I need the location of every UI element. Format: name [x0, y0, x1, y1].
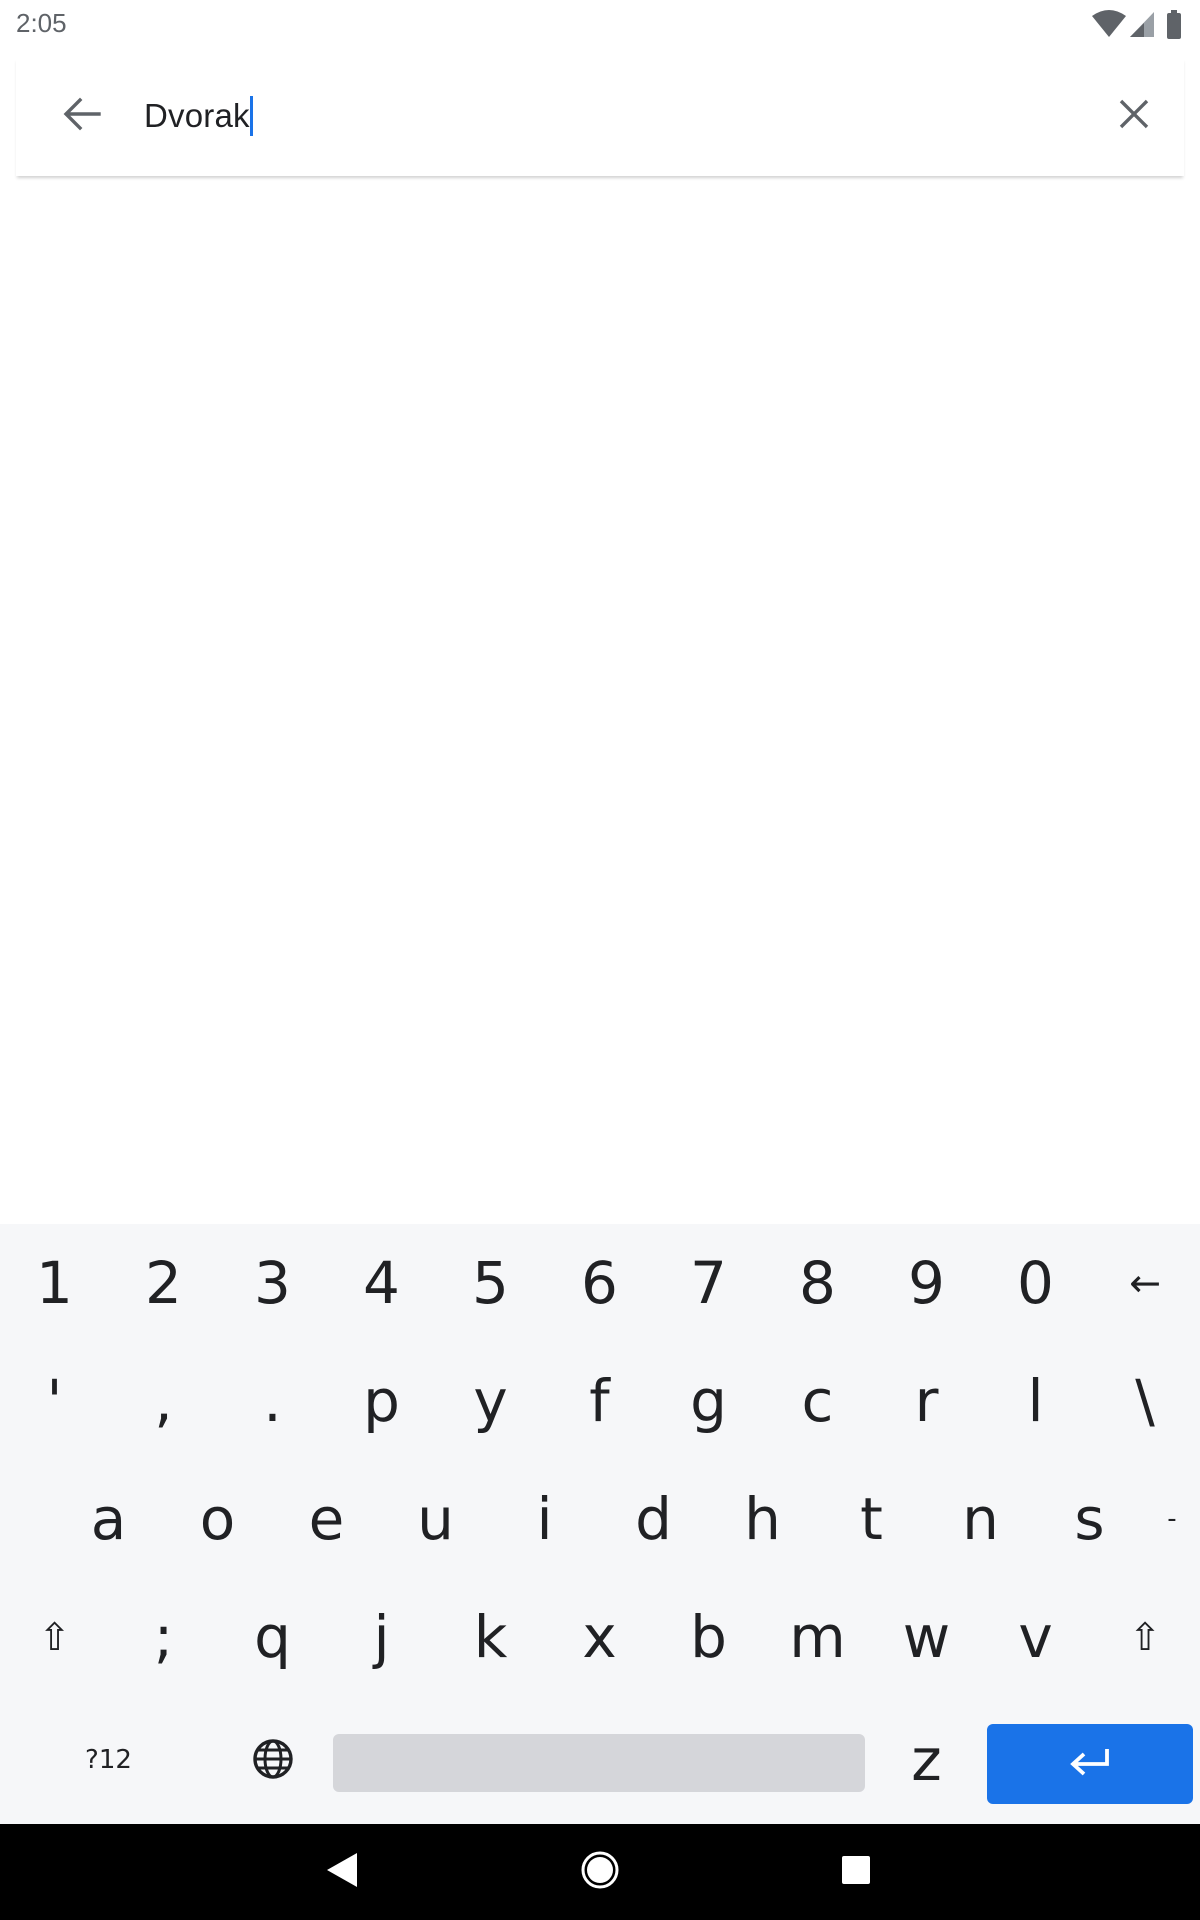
- key-8[interactable]: 8: [763, 1224, 872, 1342]
- navigation-bar: [0, 1824, 1200, 1920]
- status-time: 2:05: [16, 8, 67, 38]
- status-bar: 2:05: [0, 0, 1200, 50]
- key-e[interactable]: e: [272, 1460, 381, 1578]
- keyboard-row-3: a o e u i d h t n s -: [0, 1460, 1200, 1578]
- space-key[interactable]: [333, 1734, 865, 1792]
- key-v[interactable]: v: [981, 1578, 1090, 1696]
- enter-icon: [1069, 1747, 1111, 1782]
- key-a[interactable]: a: [54, 1460, 163, 1578]
- key-c[interactable]: c: [763, 1342, 872, 1460]
- key-b[interactable]: b: [654, 1578, 763, 1696]
- back-button[interactable]: [50, 84, 114, 148]
- key-0[interactable]: 0: [981, 1224, 1090, 1342]
- search-bar: Dvorak: [16, 58, 1184, 176]
- key-hyphen[interactable]: -: [1144, 1460, 1200, 1578]
- key-o[interactable]: o: [163, 1460, 272, 1578]
- battery-icon: [1166, 10, 1182, 45]
- key-x[interactable]: x: [545, 1578, 654, 1696]
- key-y[interactable]: y: [436, 1342, 545, 1460]
- key-semicolon[interactable]: ;: [109, 1578, 218, 1696]
- key-7[interactable]: 7: [654, 1224, 763, 1342]
- wifi-icon: [1092, 10, 1126, 43]
- key-p[interactable]: p: [327, 1342, 436, 1460]
- key-u[interactable]: u: [381, 1460, 490, 1578]
- key-l[interactable]: l: [981, 1342, 1090, 1460]
- search-input[interactable]: Dvorak: [144, 86, 253, 146]
- key-3[interactable]: 3: [218, 1224, 327, 1342]
- shift-key-left[interactable]: ⇧: [0, 1578, 109, 1696]
- key-5[interactable]: 5: [436, 1224, 545, 1342]
- search-query-text: Dvorak: [144, 97, 250, 134]
- key-apostrophe[interactable]: ': [0, 1342, 109, 1460]
- key-k[interactable]: k: [436, 1578, 545, 1696]
- nav-home-button[interactable]: [570, 1844, 630, 1900]
- keyboard-row-2: ' , . p y f g c r l \: [0, 1342, 1200, 1460]
- nav-back-button[interactable]: [312, 1844, 372, 1900]
- nav-recents-button[interactable]: [826, 1844, 886, 1900]
- key-4[interactable]: 4: [327, 1224, 436, 1342]
- key-q[interactable]: q: [218, 1578, 327, 1696]
- screen: 2:05 Dvorak 1 2 3 4 5 6 7 8 9 0 ← ' , . …: [0, 0, 1200, 1920]
- home-circle-icon: [580, 1850, 620, 1895]
- clear-button[interactable]: [1102, 84, 1166, 148]
- key-d[interactable]: d: [599, 1460, 708, 1578]
- cell-signal-icon: [1130, 10, 1154, 43]
- text-caret: [249, 96, 253, 136]
- key-j[interactable]: j: [327, 1578, 436, 1696]
- key-i[interactable]: i: [490, 1460, 599, 1578]
- globe-icon: [252, 1726, 294, 1794]
- key-w[interactable]: w: [872, 1578, 981, 1696]
- key-f[interactable]: f: [545, 1342, 654, 1460]
- recents-square-icon: [840, 1854, 872, 1891]
- key-2[interactable]: 2: [109, 1224, 218, 1342]
- key-r[interactable]: r: [872, 1342, 981, 1460]
- key-9[interactable]: 9: [872, 1224, 981, 1342]
- keyboard: 1 2 3 4 5 6 7 8 9 0 ← ' , . p y f g c r …: [0, 1224, 1200, 1824]
- key-t[interactable]: t: [817, 1460, 926, 1578]
- key-1[interactable]: 1: [0, 1224, 109, 1342]
- key-period[interactable]: .: [218, 1342, 327, 1460]
- key-g[interactable]: g: [654, 1342, 763, 1460]
- key-backslash[interactable]: \: [1090, 1342, 1200, 1460]
- keyboard-row-4: ⇧ ; q j k x b m w v ⇧: [0, 1578, 1200, 1696]
- enter-key[interactable]: [987, 1724, 1193, 1804]
- backspace-key[interactable]: ←: [1090, 1224, 1200, 1342]
- key-6[interactable]: 6: [545, 1224, 654, 1342]
- arrow-back-icon: [63, 97, 101, 136]
- key-n[interactable]: n: [926, 1460, 1035, 1578]
- key-comma[interactable]: ,: [109, 1342, 218, 1460]
- keyboard-row-numbers: 1 2 3 4 5 6 7 8 9 0 ←: [0, 1224, 1200, 1342]
- key-h[interactable]: h: [708, 1460, 817, 1578]
- key-m[interactable]: m: [763, 1578, 872, 1696]
- back-triangle-icon: [325, 1852, 359, 1893]
- close-icon: [1119, 99, 1149, 134]
- symbols-key[interactable]: ?12: [54, 1696, 163, 1824]
- key-z[interactable]: z: [872, 1696, 981, 1824]
- language-key[interactable]: [218, 1696, 327, 1824]
- shift-key-right[interactable]: ⇧: [1090, 1578, 1200, 1696]
- key-s[interactable]: s: [1035, 1460, 1144, 1578]
